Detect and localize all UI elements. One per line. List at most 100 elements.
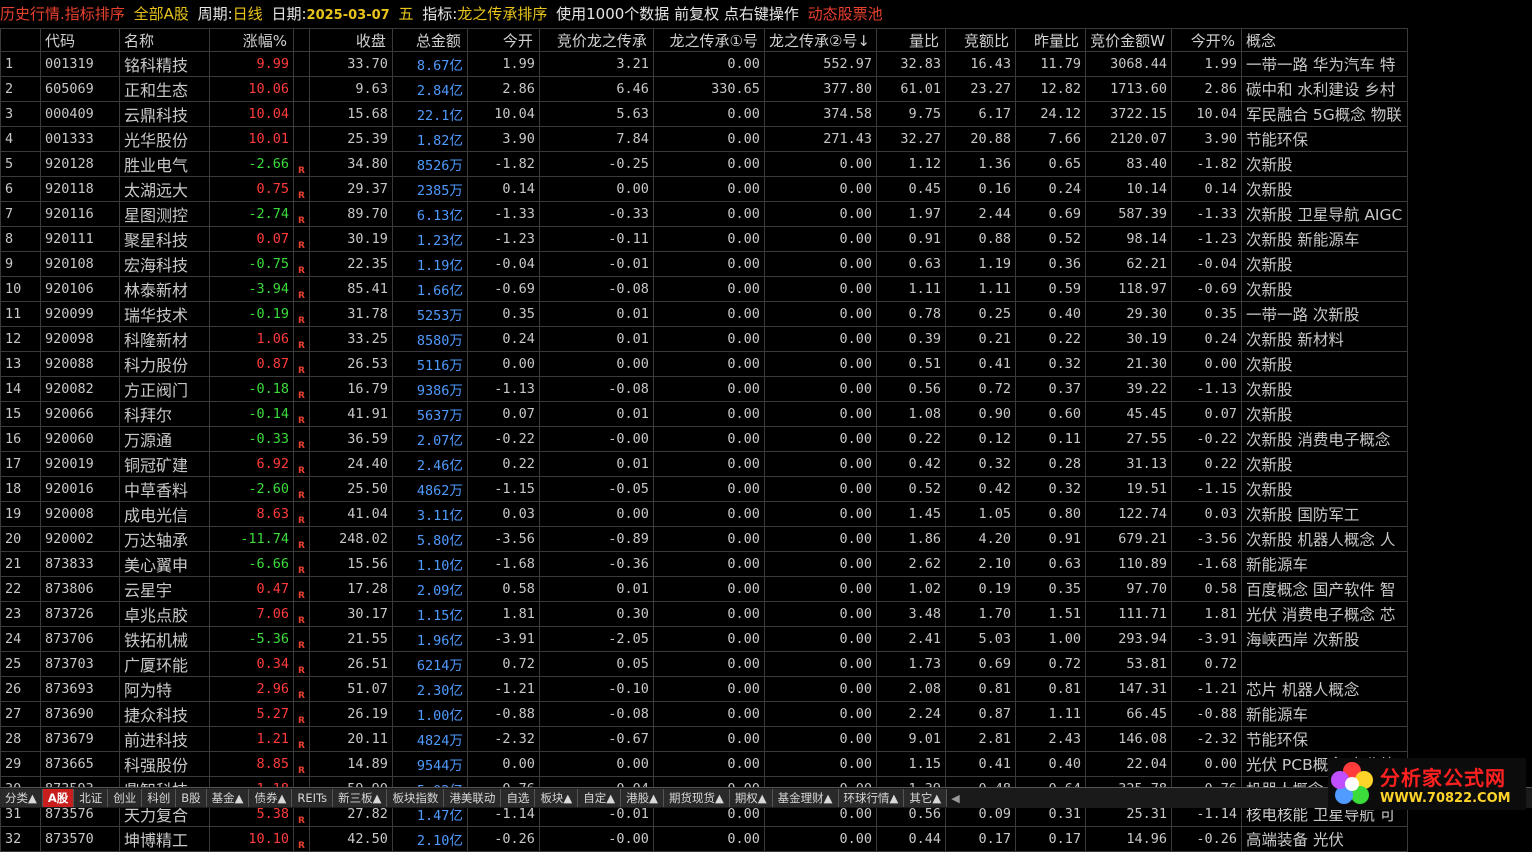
- col-prev-volume-ratio-header[interactable]: 昨量比: [1014, 28, 1086, 52]
- tab-20[interactable]: 其它▲: [904, 789, 948, 807]
- table-row[interactable]: 29 873665 科强股份 8.85 R 14.89 9544万 0.00 0.00 0.00 0…: [0, 751, 1409, 777]
- date-value[interactable]: 2025-03-07: [307, 8, 390, 23]
- open-value: 0.00: [466, 751, 540, 777]
- stock-pool-link[interactable]: 动态股票池: [808, 5, 883, 23]
- table-row[interactable]: 19 920008 成电光信 8.63 R 41.04 3.11亿 0.03 0.00 0.00 0…: [0, 501, 1409, 527]
- indicator-value[interactable]: 龙之传承排序: [457, 5, 547, 23]
- col-code-header[interactable]: 代码: [40, 28, 120, 52]
- tab-16[interactable]: 期货现货▲: [663, 789, 730, 807]
- table-row[interactable]: 2 605069 正和生态 10.06 9.63 2.84亿 2.86 6.46 330.65 3…: [0, 76, 1409, 102]
- col-open-header[interactable]: 今开: [466, 28, 540, 52]
- dragon-2-value: 0.00: [763, 676, 877, 702]
- tab-8[interactable]: REITs: [292, 789, 334, 807]
- dragon-2-value: 0.00: [763, 226, 877, 252]
- volume-ratio: 1.12: [875, 151, 946, 177]
- open-pct: -0.69: [1170, 276, 1242, 302]
- table-row[interactable]: 21 873833 美心翼申 -6.66 R 15.56 1.10亿 -1.68 -0.36 0.…: [0, 551, 1409, 577]
- open-value: -2.32: [466, 726, 540, 752]
- tab-7[interactable]: 债券▲: [249, 789, 293, 807]
- col-dragon-2-header[interactable]: 龙之传承②号↓: [763, 28, 877, 52]
- tab-15[interactable]: 港股▲: [621, 789, 664, 807]
- table-row[interactable]: 22 873806 云星宇 0.47 R 17.28 2.09亿 0.58 0.01 0.00 0.…: [0, 576, 1409, 602]
- table-row[interactable]: 10 920106 林泰新材 -3.94 R 85.41 1.66亿 -0.69 -0.08 0.…: [0, 276, 1409, 302]
- close-price: 29.37: [308, 176, 393, 202]
- table-row[interactable]: 7 920116 星图测控 -2.74 R 89.70 6.13亿 -1.33 -0.33 0.0…: [0, 201, 1409, 227]
- table-row[interactable]: 6 920118 太湖远大 0.75 R 29.37 2385万 0.14 0.00 0.00 0.…: [0, 176, 1409, 202]
- tab-scroll-left-icon[interactable]: ◀: [951, 792, 959, 805]
- concept-tags: 百度概念 国产软件 智: [1240, 576, 1409, 602]
- col-open-pct-header[interactable]: 今开%: [1170, 28, 1242, 52]
- close-price: 30.19: [308, 226, 393, 252]
- tab-5[interactable]: B股: [176, 789, 207, 807]
- close-price: 14.89: [308, 751, 393, 777]
- dragon-1-value: 0.00: [652, 576, 765, 602]
- col-bid-amount-header[interactable]: 竞价金额W: [1084, 28, 1172, 52]
- period-value[interactable]: 日线: [233, 5, 263, 23]
- table-row[interactable]: 8 920111 聚星科技 0.07 R 30.19 1.23亿 -1.23 -0.11 0.00…: [0, 226, 1409, 252]
- weekday-value: 五: [398, 5, 414, 23]
- dragon-2-value: 0.00: [763, 726, 877, 752]
- bid-dragon-value: 0.00: [538, 501, 654, 527]
- total-amount: 22.1亿: [391, 101, 468, 127]
- table-row[interactable]: 27 873690 捷众科技 5.27 R 26.19 1.00亿 -0.88 -0.08 0.0…: [0, 701, 1409, 727]
- table-row[interactable]: 24 873706 铁拓机械 -5.36 R 21.55 1.96亿 -3.91 -2.05 0.…: [0, 626, 1409, 652]
- table-row[interactable]: 28 873679 前进科技 1.21 R 20.11 4824万 -2.32 -0.67 0.0…: [0, 726, 1409, 752]
- table-row[interactable]: 26 873693 阿为特 2.96 R 51.07 2.30亿 -1.21 -0.10 0.00…: [0, 676, 1409, 702]
- table-row[interactable]: 16 920060 万源通 -0.33 R 36.59 2.07亿 -0.22 -0.00 0.0…: [0, 426, 1409, 452]
- table-row[interactable]: 3 000409 云鼎科技 10.04 15.68 22.1亿 10.04 5.63 0.00 3…: [0, 101, 1409, 127]
- tab-1[interactable]: A股: [42, 789, 75, 807]
- tab-6[interactable]: 基金▲: [206, 789, 250, 807]
- table-row[interactable]: 4 001333 光华股份 10.01 25.39 1.82亿 3.90 7.84 0.00 27…: [0, 126, 1409, 152]
- tab-4[interactable]: 科创: [142, 789, 177, 807]
- stock-code: 000409: [40, 101, 120, 127]
- col-close-header[interactable]: 收盘: [308, 28, 393, 52]
- prev-volume-ratio: 0.40: [1014, 301, 1086, 327]
- table-row[interactable]: 15 920066 科拜尔 -0.14 R 41.91 5637万 0.07 0.01 0.00 0…: [0, 401, 1409, 427]
- tab-10[interactable]: 板块指数: [387, 789, 445, 807]
- col-index-header[interactable]: [0, 28, 41, 52]
- tab-2[interactable]: 北证: [74, 789, 109, 807]
- col-amount-header[interactable]: 总金额: [391, 28, 468, 52]
- table-row[interactable]: 32 873570 坤博精工 10.10 R 42.50 2.10亿 -0.26 -0.00 0.…: [0, 826, 1409, 852]
- table-row[interactable]: 12 920098 科隆新材 1.06 R 33.25 8580万 0.24 0.01 0.00 0…: [0, 326, 1409, 352]
- tab-13[interactable]: 板块▲: [535, 789, 579, 807]
- table-row[interactable]: 1 001319 铭科精技 9.99 33.70 8.67亿 1.99 3.21 0.00 552…: [0, 51, 1409, 77]
- tab-14[interactable]: 自定▲: [578, 789, 622, 807]
- col-name-header[interactable]: 名称: [119, 28, 210, 52]
- table-row[interactable]: 5 920128 胜业电气 -2.66 R 34.80 8526万 -1.82 -0.25 0.0…: [0, 151, 1409, 177]
- tab-12[interactable]: 自选: [501, 789, 536, 807]
- tab-9[interactable]: 新三板▲: [333, 789, 388, 807]
- col-change-header[interactable]: 涨幅%: [209, 28, 294, 52]
- table-row[interactable]: 11 920099 瑞华技术 -0.19 R 31.78 5253万 0.35 0.01 0.00…: [0, 301, 1409, 327]
- table-row[interactable]: 18 920016 中草香料 -2.60 R 25.50 4862万 -1.15 -0.05 0.…: [0, 476, 1409, 502]
- tab-17[interactable]: 期权▲: [729, 789, 773, 807]
- tab-19[interactable]: 环球行情▲: [838, 789, 905, 807]
- open-value: 0.72: [466, 651, 540, 677]
- tab-18[interactable]: 基金理财▲: [772, 789, 839, 807]
- r-flag: R: [293, 351, 310, 377]
- bid-amount: 3068.44: [1084, 51, 1172, 77]
- volume-ratio: 1.02: [875, 576, 946, 602]
- open-value: -0.22: [466, 426, 540, 452]
- market-selector[interactable]: 全部A股: [134, 5, 189, 23]
- col-dragon-1-header[interactable]: 龙之传承①号: [652, 28, 765, 52]
- col-bid-dragon-header[interactable]: 竞价龙之传承: [538, 28, 654, 52]
- stock-name: 太湖远大: [119, 176, 210, 202]
- col-flag-header[interactable]: [293, 28, 310, 52]
- col-concept-header[interactable]: 概念: [1240, 28, 1409, 52]
- table-row[interactable]: 23 873726 卓兆点胶 7.06 R 30.17 1.15亿 1.81 0.30 0.00 0…: [0, 601, 1409, 627]
- open-value: 0.22: [466, 451, 540, 477]
- tab-0[interactable]: 分类▲: [0, 789, 43, 807]
- table-row[interactable]: 20 920002 万达轴承 -11.74 R 248.02 5.80亿 -3.56 -0.89…: [0, 526, 1409, 552]
- table-row[interactable]: 25 873703 广厦环能 0.34 R 26.51 6214万 0.72 0.05 0.00 0…: [0, 651, 1409, 677]
- col-volume-ratio-header[interactable]: 量比: [875, 28, 946, 52]
- table-row[interactable]: 13 920088 科力股份 0.87 R 26.53 5116万 0.00 0.00 0.00 0…: [0, 351, 1409, 377]
- tab-3[interactable]: 创业: [108, 789, 143, 807]
- col-bid-ratio-header[interactable]: 竞额比: [944, 28, 1016, 52]
- bid-dragon-value: 0.00: [538, 176, 654, 202]
- table-row[interactable]: 17 920019 铜冠矿建 6.92 R 24.40 2.46亿 0.22 0.01 0.00 0…: [0, 451, 1409, 477]
- table-row[interactable]: 14 920082 方正阀门 -0.18 R 16.79 9386万 -1.13 -0.08 0.…: [0, 376, 1409, 402]
- table-row[interactable]: 9 920108 宏海科技 -0.75 R 22.35 1.19亿 -0.04 -0.01 0.0…: [0, 251, 1409, 277]
- tab-11[interactable]: 港美联动: [444, 789, 502, 807]
- stock-name: 瑞华技术: [119, 301, 210, 327]
